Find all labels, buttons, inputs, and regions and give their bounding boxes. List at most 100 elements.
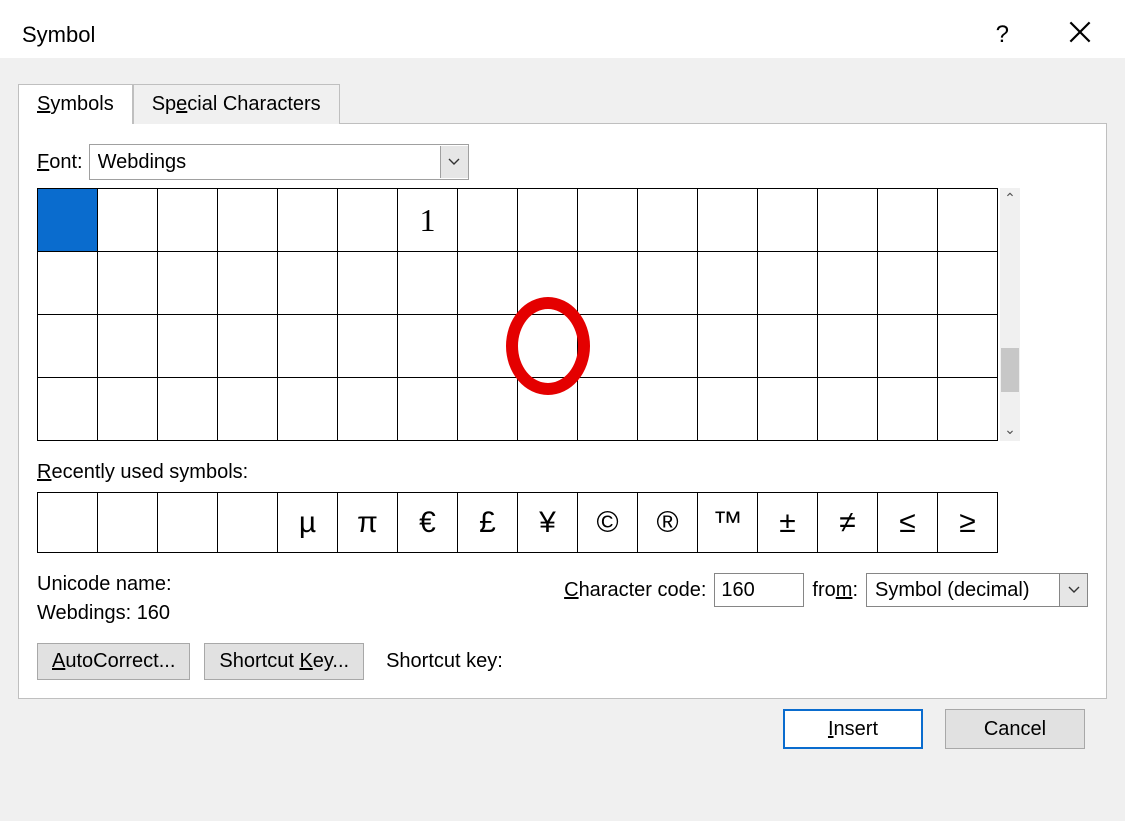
symbol-cell[interactable] [458,189,518,252]
symbol-cell[interactable] [398,378,458,441]
recent-symbol-cell[interactable]: © [578,493,638,553]
insert-button[interactable]: Insert [783,709,923,749]
scroll-up-icon[interactable]: ⌃ [1004,188,1016,208]
character-code-input[interactable] [714,573,804,607]
symbol-cell[interactable] [878,378,938,441]
recent-symbol-cell[interactable]: µ [278,493,338,553]
symbol-cell[interactable] [218,378,278,441]
symbol-grid[interactable]: 1 [37,188,998,441]
symbol-cell[interactable] [158,252,218,315]
symbol-cell[interactable] [218,252,278,315]
symbol-cell[interactable] [278,189,338,252]
symbol-scrollbar[interactable]: ⌃ ⌄ [1000,188,1020,441]
symbol-cell[interactable]: 1 [398,189,458,252]
symbol-cell[interactable] [458,378,518,441]
symbol-cell[interactable] [158,378,218,441]
symbol-cell[interactable] [698,252,758,315]
symbol-cell[interactable] [38,189,98,252]
recent-symbol-cell[interactable]: ® [638,493,698,553]
recent-symbol-cell[interactable] [218,493,278,553]
symbol-cell[interactable] [818,189,878,252]
symbol-cell[interactable] [98,189,158,252]
font-select[interactable] [89,144,469,180]
recent-symbol-cell[interactable] [98,493,158,553]
symbol-cell[interactable] [578,189,638,252]
symbol-cell[interactable] [878,189,938,252]
recent-symbol-cell[interactable]: ™ [698,493,758,553]
symbol-cell[interactable] [38,252,98,315]
symbol-cell[interactable] [278,252,338,315]
symbol-cell[interactable] [578,315,638,378]
symbol-cell[interactable] [758,378,818,441]
symbol-cell[interactable] [218,189,278,252]
symbol-cell[interactable] [398,315,458,378]
symbol-cell[interactable] [278,378,338,441]
symbol-cell[interactable] [98,315,158,378]
symbol-cell[interactable] [338,189,398,252]
symbol-cell[interactable] [698,378,758,441]
symbol-cell[interactable] [638,189,698,252]
symbol-cell[interactable] [518,189,578,252]
symbol-cell[interactable] [338,378,398,441]
recent-symbol-cell[interactable]: π [338,493,398,553]
symbol-cell[interactable] [38,378,98,441]
recent-symbol-cell[interactable]: ≠ [818,493,878,553]
symbol-cell[interactable] [458,315,518,378]
symbol-cell[interactable] [938,315,998,378]
symbol-cell[interactable] [518,252,578,315]
symbol-cell[interactable] [458,252,518,315]
symbol-cell[interactable] [98,252,158,315]
symbol-cell[interactable] [158,315,218,378]
symbol-cell[interactable] [638,378,698,441]
symbol-cell[interactable] [938,252,998,315]
from-dropdown-button[interactable] [1059,574,1087,606]
symbol-cell[interactable] [578,378,638,441]
help-button[interactable]: ? [988,17,1017,53]
tab-special-characters[interactable]: Special Characters [133,84,340,124]
symbol-cell[interactable] [38,315,98,378]
recent-symbols-grid[interactable]: µπ€£¥©®™±≠≤≥ [37,492,998,553]
symbol-cell[interactable] [518,315,578,378]
symbol-cell[interactable] [218,315,278,378]
symbol-cell[interactable] [878,252,938,315]
recent-symbol-cell[interactable]: ± [758,493,818,553]
symbol-cell[interactable] [398,252,458,315]
symbol-cell[interactable] [938,189,998,252]
font-dropdown-button[interactable] [440,146,468,178]
symbol-cell[interactable] [638,252,698,315]
symbol-cell[interactable] [158,189,218,252]
scroll-down-icon[interactable]: ⌄ [1004,419,1016,439]
symbol-cell[interactable] [98,378,158,441]
symbol-cell[interactable] [338,315,398,378]
symbol-cell[interactable] [638,315,698,378]
symbol-cell[interactable] [758,189,818,252]
recent-symbol-cell[interactable] [38,493,98,553]
symbol-cell[interactable] [698,315,758,378]
from-select[interactable]: Symbol (decimal) [866,573,1088,607]
symbol-cell[interactable] [278,315,338,378]
font-input[interactable] [90,147,440,178]
symbol-cell[interactable] [578,252,638,315]
recent-symbol-cell[interactable]: ≥ [938,493,998,553]
symbol-cell[interactable] [758,252,818,315]
symbol-cell[interactable] [818,315,878,378]
symbol-cell[interactable] [878,315,938,378]
close-button[interactable] [1061,17,1099,53]
symbol-cell[interactable] [818,378,878,441]
recent-symbol-cell[interactable]: ¥ [518,493,578,553]
symbol-cell[interactable] [938,378,998,441]
symbol-cell[interactable] [818,252,878,315]
recent-symbol-cell[interactable] [158,493,218,553]
recent-symbol-cell[interactable]: € [398,493,458,553]
symbol-cell[interactable] [338,252,398,315]
symbol-cell[interactable] [698,189,758,252]
cancel-button[interactable]: Cancel [945,709,1085,749]
shortcut-key-button[interactable]: Shortcut Key... [204,643,364,680]
symbol-cell[interactable] [758,315,818,378]
recent-symbol-cell[interactable]: £ [458,493,518,553]
tab-symbols[interactable]: Symbols [18,84,133,124]
symbol-cell[interactable] [518,378,578,441]
scroll-thumb[interactable] [1001,348,1019,392]
autocorrect-button[interactable]: AutoCorrect... [37,643,190,680]
recent-symbol-cell[interactable]: ≤ [878,493,938,553]
